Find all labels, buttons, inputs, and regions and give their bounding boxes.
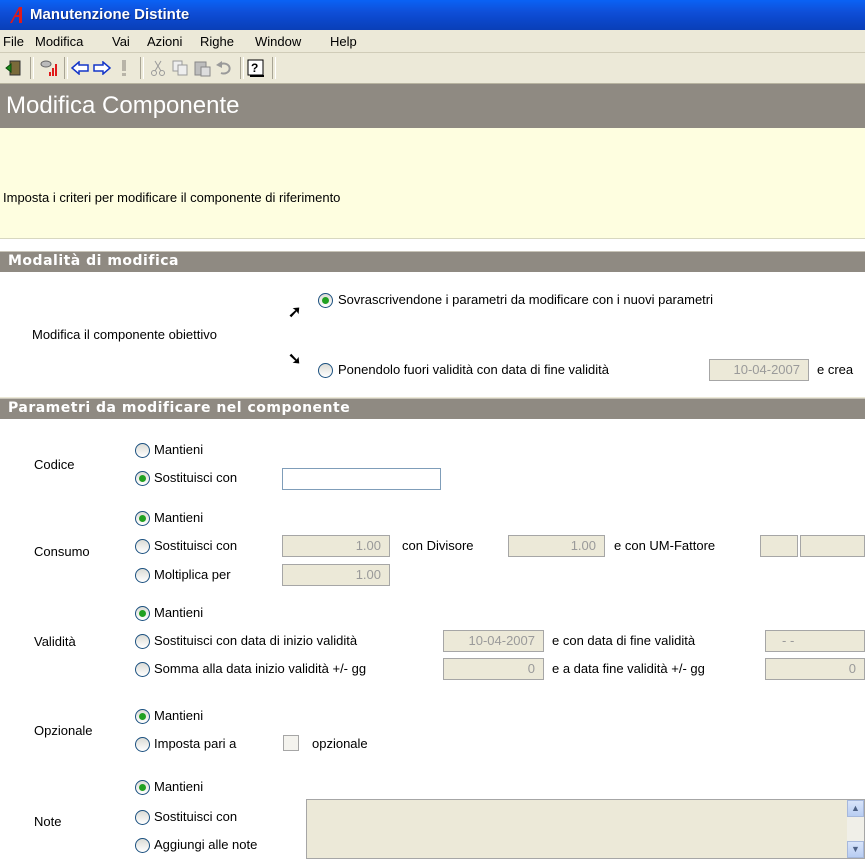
divisor-label: con Divisore xyxy=(402,538,474,553)
spacer xyxy=(0,239,865,251)
radio-opzionale-set[interactable] xyxy=(135,737,150,752)
copy-icon[interactable] xyxy=(170,58,190,78)
radio-note-keep[interactable] xyxy=(135,780,150,795)
note-textarea[interactable]: ▲ ▼ xyxy=(306,799,865,859)
arrow-right-icon[interactable] xyxy=(92,58,112,78)
toolbar-separator xyxy=(64,57,68,79)
section-title: Parametri da modificare nel componente xyxy=(8,400,351,416)
end-date-label: e con data di fine validità xyxy=(552,633,696,648)
note-append-label: Aggiungi alle note xyxy=(154,837,258,852)
section-modalita: Modalità di modifica xyxy=(0,251,865,272)
multiply-field[interactable]: 1.00 xyxy=(282,564,390,586)
opzionale-set-label: Imposta pari a xyxy=(154,736,237,751)
radio-consumo-replace[interactable] xyxy=(135,539,150,554)
section-parametri: Parametri da modificare nel componente xyxy=(0,398,865,419)
consumo-replace-label: Sostituisci con xyxy=(154,538,238,553)
menu-file[interactable]: File xyxy=(3,34,24,49)
page-description: Imposta i criteri per modificare il comp… xyxy=(3,190,341,205)
menu-vai[interactable]: Vai xyxy=(112,34,130,49)
end-date-field[interactable]: 10-04-2007 xyxy=(709,359,809,381)
option-invalidate-label: Ponendolo fuori validità con data di fin… xyxy=(338,362,610,377)
radio-consumo-keep[interactable] xyxy=(135,511,150,526)
note-scrollbar[interactable]: ▲ ▼ xyxy=(847,800,864,858)
arrow-down-right-icon: ➘ xyxy=(288,351,302,368)
sum-start-field[interactable]: 0 xyxy=(443,658,544,680)
parametri-panel: Codice Mantieni Sostituisci con Consumo … xyxy=(0,419,865,859)
modalita-panel: Modifica il componente obiettivo ➚ ➘ Sov… xyxy=(0,272,865,397)
scroll-down-icon[interactable]: ▼ xyxy=(847,841,864,858)
option-overwrite-label: Sovrascrivendone i parametri da modifica… xyxy=(338,292,714,307)
divisor-field[interactable]: 1.00 xyxy=(508,535,605,557)
radio-codice-keep[interactable] xyxy=(135,443,150,458)
window-title: Manutenzione Distinte xyxy=(30,6,190,23)
consumo-keep-label: Mantieni xyxy=(154,510,204,525)
opzionale-keep-label: Mantieni xyxy=(154,708,204,723)
exit-icon[interactable] xyxy=(4,58,24,78)
codice-replace-label: Sostituisci con xyxy=(154,470,238,485)
radio-validita-keep[interactable] xyxy=(135,606,150,621)
arrow-up-right-icon: ➚ xyxy=(288,304,302,321)
description-panel: Imposta i criteri per modificare il comp… xyxy=(0,128,865,239)
factor-field[interactable] xyxy=(800,535,865,557)
arrow-left-icon[interactable] xyxy=(70,58,90,78)
validita-keep-label: Mantieni xyxy=(154,605,204,620)
menu-window[interactable]: Window xyxy=(255,34,301,49)
page-title: Modifica Componente xyxy=(6,92,240,119)
codice-label: Codice xyxy=(34,457,75,472)
undo-icon[interactable] xyxy=(214,58,234,78)
note-label: Note xyxy=(34,814,62,829)
title-bar: Manutenzione Distinte xyxy=(0,0,865,30)
toolbar-separator xyxy=(240,57,244,79)
consumo-replace-field[interactable]: 1.00 xyxy=(282,535,390,557)
scroll-up-icon[interactable]: ▲ xyxy=(847,800,864,817)
sum-end-field[interactable]: 0 xyxy=(765,658,865,680)
radio-overwrite[interactable] xyxy=(318,293,333,308)
opzionale-checkbox[interactable] xyxy=(283,735,299,751)
codice-input[interactable] xyxy=(282,468,441,490)
toolbar: ? xyxy=(0,53,865,84)
note-keep-label: Mantieni xyxy=(154,779,204,794)
radio-invalidate[interactable] xyxy=(318,363,333,378)
menu-modifica[interactable]: Modifica xyxy=(35,34,83,49)
toolbar-separator xyxy=(30,57,34,79)
validita-label: Validità xyxy=(34,634,76,649)
modalita-label: Modifica il componente obiettivo xyxy=(32,327,217,342)
menu-azioni[interactable]: Azioni xyxy=(147,34,182,49)
consumo-label: Consumo xyxy=(34,544,90,559)
radio-validita-replace[interactable] xyxy=(135,634,150,649)
note-replace-label: Sostituisci con xyxy=(154,809,238,824)
start-date-field[interactable]: 10-04-2007 xyxy=(443,630,544,652)
opzionale-label: Opzionale xyxy=(34,723,93,738)
help-icon[interactable]: ? xyxy=(246,58,266,78)
radio-note-replace[interactable] xyxy=(135,810,150,825)
radio-note-append[interactable] xyxy=(135,838,150,853)
opzionale-suffix: opzionale xyxy=(312,736,368,751)
toolbar-separator xyxy=(272,57,276,79)
menu-righe[interactable]: Righe xyxy=(200,34,234,49)
radio-consumo-multiply[interactable] xyxy=(135,568,150,583)
menu-bar: File Modifica Vai Azioni Righe Window He… xyxy=(0,30,865,53)
paste-icon[interactable] xyxy=(192,58,212,78)
toolbar-separator xyxy=(140,57,144,79)
radio-validita-sum[interactable] xyxy=(135,662,150,677)
validita-end-date-field[interactable]: - - xyxy=(765,630,865,652)
page-header: Modifica Componente xyxy=(0,84,865,128)
exclamation-icon[interactable] xyxy=(114,58,134,78)
um-field[interactable] xyxy=(760,535,798,557)
svg-text:?: ? xyxy=(251,61,258,75)
app-logo-icon xyxy=(10,7,22,23)
validita-replace-label: Sostituisci con data di inizio validità xyxy=(154,633,358,648)
cut-icon[interactable] xyxy=(148,58,168,78)
option-invalidate-trailing: e crea xyxy=(817,362,854,377)
sum-end-label: e a data fine validità +/- gg xyxy=(552,661,705,676)
validita-sum-label: Somma alla data inizio validità +/- gg xyxy=(154,661,367,676)
chart-icon[interactable] xyxy=(38,58,58,78)
menu-help[interactable]: Help xyxy=(330,34,357,49)
section-title: Modalità di modifica xyxy=(8,253,179,269)
um-factor-label: e con UM-Fattore xyxy=(614,538,716,553)
radio-opzionale-keep[interactable] xyxy=(135,709,150,724)
radio-codice-replace[interactable] xyxy=(135,471,150,486)
codice-keep-label: Mantieni xyxy=(154,442,204,457)
consumo-multiply-label: Moltiplica per xyxy=(154,567,231,582)
